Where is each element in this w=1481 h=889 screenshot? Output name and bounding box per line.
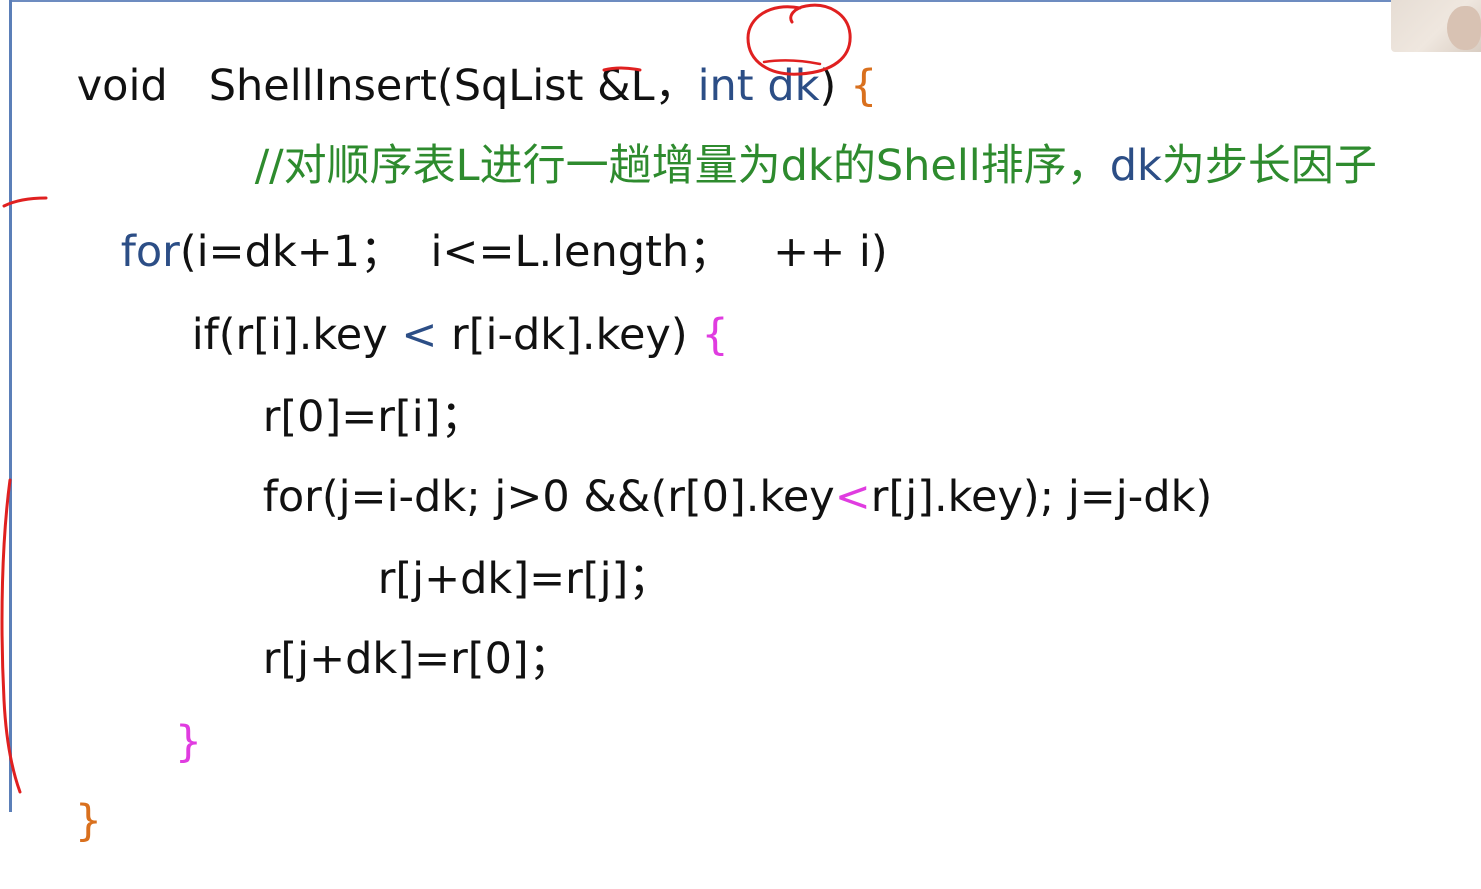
if-open-brace: { [701, 310, 729, 360]
code-line-if-close: } [120, 678, 202, 807]
comment-tail: 为步长因子 [1161, 141, 1377, 191]
comment-text: //对顺序表L进行一趟增量为dk的Shell排序， [254, 141, 1110, 191]
inner-for-tail: r[j].key); j=j-dk) [870, 472, 1213, 522]
if-close-brace: } [174, 717, 203, 767]
function-close-brace: } [74, 796, 103, 846]
inner-less-than: < [834, 472, 871, 522]
slide: void ShellInsert(SqList &L，int dk) { //对… [0, 0, 1481, 843]
code-line-insert: r[j+dk]=r[0]； [208, 595, 572, 724]
outer-for-header: (i=dk+1； i<=L.length； ++ i) [179, 227, 888, 277]
frame-top-border [9, 0, 1481, 2]
frame-left-border [9, 0, 12, 812]
keyword-for: for [120, 227, 180, 277]
comment-dk: dk [1109, 141, 1162, 191]
webcam-person [1447, 6, 1481, 50]
insert-statement: r[j+dk]=r[0]； [262, 634, 572, 684]
code-line-function-close: } [20, 757, 102, 886]
webcam-thumbnail [1391, 0, 1481, 52]
